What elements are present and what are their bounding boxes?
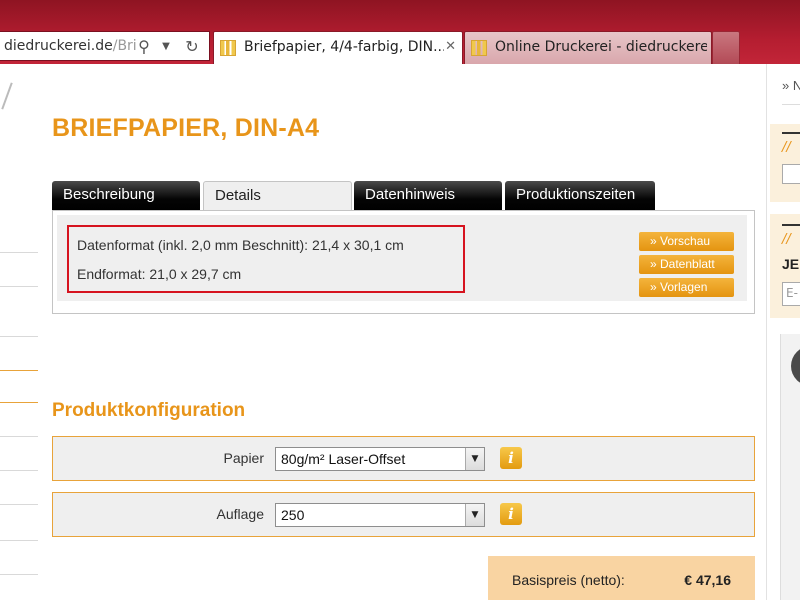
- left-decoration: [1, 82, 13, 110]
- preview-button[interactable]: » Vorschau: [639, 232, 734, 251]
- papier-label: Papier: [223, 450, 264, 466]
- base-price-label: Basispreis (netto):: [512, 572, 625, 588]
- sidebar-field[interactable]: [782, 164, 800, 184]
- column-divider: [766, 64, 767, 600]
- datasheet-button[interactable]: » Datenblatt: [639, 255, 734, 274]
- templates-button[interactable]: » Vorlagen: [639, 278, 734, 297]
- sidebar-badge-image: [791, 346, 800, 386]
- tab-title: Briefpapier, 4/4-farbig, DIN...: [244, 39, 444, 55]
- sidebar-divider: [0, 336, 38, 337]
- browser-chrome: diedruckerei.de/Bri ⚲ ▼ ↻ Briefpapier, 4…: [0, 0, 800, 64]
- box-heading-rule: [782, 132, 800, 134]
- tab-beschreibung[interactable]: Beschreibung: [52, 181, 200, 211]
- chevron-down-icon[interactable]: ▼: [465, 504, 484, 526]
- box-heading-rule: [782, 224, 800, 226]
- end-format-text: Endformat: 21,0 x 29,7 cm: [77, 266, 242, 282]
- address-bar[interactable]: diedruckerei.de/Bri ⚲ ▼ ↻: [0, 31, 210, 61]
- base-price-value: € 47,16: [684, 572, 731, 588]
- tab-details[interactable]: Details: [203, 181, 352, 212]
- sidebar-link[interactable]: » N: [782, 78, 800, 93]
- box-slashes: //: [782, 140, 791, 155]
- dropdown-arrow-icon[interactable]: ▼: [156, 37, 176, 57]
- price-box: Basispreis (netto): € 47,16: [488, 556, 755, 600]
- sidebar-divider: [0, 286, 38, 287]
- papier-select-value: 80g/m² Laser-Offset: [281, 451, 406, 467]
- config-row-auflage: Auflage 250 ▼ i: [52, 492, 755, 537]
- page-title: BRIEFPAPIER, DIN-A4: [52, 114, 320, 142]
- info-icon[interactable]: i: [500, 503, 522, 525]
- browser-tab-online-druckerei[interactable]: Online Druckerei - diedruckerei...: [464, 31, 712, 64]
- tab-produktionszeiten[interactable]: Produktionszeiten: [505, 181, 655, 211]
- auflage-select[interactable]: 250 ▼: [275, 503, 485, 527]
- close-tab-icon[interactable]: ✕: [445, 39, 456, 54]
- sidebar-divider: [782, 104, 800, 105]
- right-sidebar: » N // // JE E-: [766, 64, 800, 600]
- refresh-icon[interactable]: ↻: [182, 37, 202, 57]
- highlight-box: Datenformat (inkl. 2,0 mm Beschnitt): 21…: [67, 225, 465, 293]
- papier-select[interactable]: 80g/m² Laser-Offset ▼: [275, 447, 485, 471]
- left-sidebar: [0, 64, 38, 600]
- browser-tab-briefpapier[interactable]: Briefpapier, 4/4-farbig, DIN... ✕: [213, 31, 463, 64]
- config-row-papier: Papier 80g/m² Laser-Offset ▼ i: [52, 436, 755, 481]
- sidebar-divider: [0, 540, 38, 541]
- site-favicon-icon: [471, 40, 487, 56]
- email-placeholder: E-: [786, 286, 798, 300]
- new-tab-button[interactable]: [712, 31, 740, 64]
- newsletter-email-input[interactable]: E-: [782, 282, 800, 306]
- box-slashes: //: [782, 232, 791, 247]
- box-heading: JE: [782, 256, 800, 272]
- tab-datenhinweis[interactable]: Datenhinweis: [354, 181, 502, 211]
- sidebar-divider: [0, 574, 38, 575]
- page-content: BRIEFPAPIER, DIN-A4 Beschreibung Details…: [0, 64, 800, 600]
- info-icon[interactable]: i: [500, 447, 522, 469]
- sidebar-divider: [0, 504, 38, 505]
- tab-title: Online Druckerei - diedruckerei...: [495, 39, 707, 55]
- auflage-label: Auflage: [216, 506, 264, 522]
- sidebar-divider: [0, 402, 38, 403]
- sidebar-divider: [0, 470, 38, 471]
- sidebar-box-1: //: [770, 124, 800, 202]
- details-content: Datenformat (inkl. 2,0 mm Beschnitt): 21…: [57, 215, 747, 301]
- sidebar-box-2: // JE E-: [770, 214, 800, 318]
- sidebar-divider: [0, 252, 38, 253]
- main-column: BRIEFPAPIER, DIN-A4 Beschreibung Details…: [38, 64, 766, 600]
- details-panel: Datenformat (inkl. 2,0 mm Beschnitt): 21…: [52, 210, 755, 314]
- address-text[interactable]: diedruckerei.de/Bri: [4, 38, 137, 54]
- config-title: Produktkonfiguration: [52, 400, 246, 421]
- sidebar-divider: [0, 370, 38, 371]
- search-icon[interactable]: ⚲: [134, 37, 154, 57]
- sidebar-box-3: [780, 334, 800, 600]
- sidebar-divider: [0, 436, 38, 437]
- auflage-select-value: 250: [281, 507, 305, 523]
- data-format-text: Datenformat (inkl. 2,0 mm Beschnitt): 21…: [77, 237, 404, 253]
- chevron-down-icon[interactable]: ▼: [465, 448, 484, 470]
- site-favicon-icon: [220, 40, 236, 56]
